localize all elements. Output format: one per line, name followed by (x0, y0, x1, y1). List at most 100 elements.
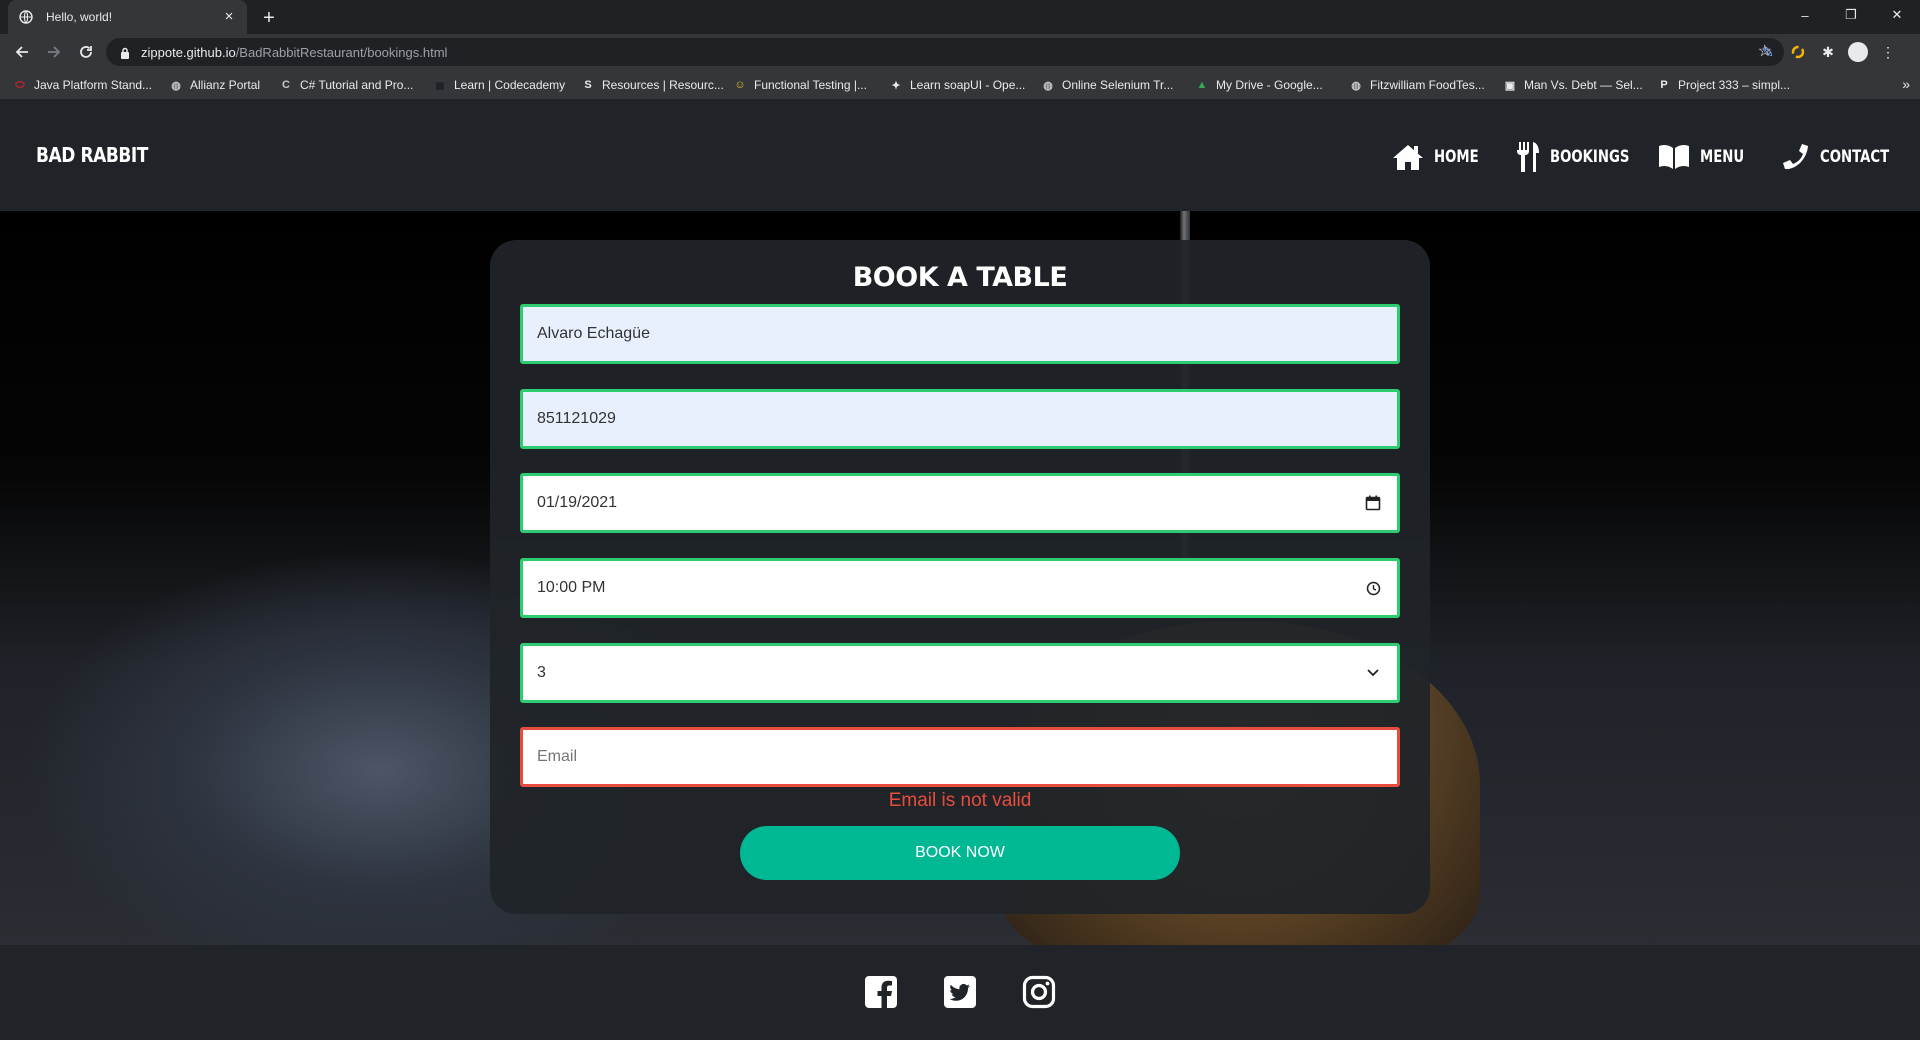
booking-form: BOOK A TABLE Alvaro Echagüe 851121029 01… (490, 240, 1430, 914)
bookmark-item[interactable]: ◼ Learn | Codecademy (432, 77, 565, 93)
form-title: BOOK A TABLE (852, 262, 1068, 293)
oracle-icon: ⬭ (15, 78, 25, 91)
window-controls: – ❐ ✕ (1782, 0, 1920, 30)
nav-bookings-label: BOOKINGS (1550, 147, 1630, 167)
puzzle-icon[interactable]: ✱ (1816, 40, 1840, 64)
guests-select[interactable]: 3 (520, 643, 1400, 703)
back-arrow-icon (15, 46, 28, 58)
bookmark-item[interactable]: ◍ Fitzwilliam FoodTes... (1348, 77, 1485, 93)
phone-field[interactable]: 851121029 (520, 389, 1400, 449)
bookmark-item[interactable]: ▣ Man Vs. Debt — Sel... (1502, 77, 1643, 93)
browser-toolbar: zippote.github.io/BadRabbitRestaurant/bo… (0, 34, 1920, 70)
email-field[interactable]: Email (520, 727, 1400, 787)
bookmark-item[interactable]: C C# Tutorial and Pro... (278, 77, 413, 93)
phone-value: 851121029 (537, 410, 616, 427)
chevron-down-icon (1363, 663, 1383, 683)
new-tab-button[interactable]: + (258, 7, 280, 29)
forward-arrow-icon (48, 46, 61, 58)
clock-icon[interactable] (1363, 578, 1383, 598)
email-error-message: Email is not valid (888, 790, 1032, 811)
home-icon (1393, 145, 1423, 170)
calendar-icon[interactable] (1363, 493, 1383, 513)
book-icon (1659, 144, 1689, 169)
browser-tab[interactable]: Hello, world! × (8, 0, 247, 34)
bookmarks-bar: P Project 333 – simpl... ▣ Man Vs. Debt — S… (0, 70, 1920, 100)
bookmark-label: Online Selenium Tr... (1062, 78, 1174, 92)
name-field[interactable]: Alvaro Echagüe (520, 304, 1400, 364)
site-logo[interactable]: BAD RABBIT (36, 143, 148, 167)
bookmark-item[interactable]: ▲ My Drive - Google... (1194, 77, 1323, 93)
reload-icon (80, 46, 92, 58)
close-tab-icon[interactable]: × (221, 9, 237, 25)
reload-button[interactable] (74, 40, 98, 64)
date-field[interactable]: 01/19/2021 (520, 473, 1400, 533)
avatar[interactable] (1846, 40, 1870, 64)
instagram-icon (1022, 975, 1056, 1009)
s-icon: S (584, 79, 592, 91)
close-window-button[interactable]: ✕ (1874, 0, 1920, 30)
guests-value: 3 (537, 664, 546, 681)
bookmark-label: My Drive - Google... (1216, 78, 1323, 92)
tab-title: Hello, world! (46, 10, 113, 24)
bookmark-item[interactable]: ◍ Online Selenium Tr... (1040, 77, 1173, 93)
bookmark-label: Man Vs. Debt — Sel... (1524, 78, 1643, 92)
nav-menu-label: MENU (1700, 147, 1745, 167)
bookmark-item[interactable]: ◍ Allianz Portal (168, 77, 260, 93)
facebook-link[interactable] (864, 975, 898, 1009)
forward-button[interactable] (42, 40, 66, 64)
nav-menu[interactable]: MENU (1658, 141, 1757, 173)
twitter-link[interactable] (943, 975, 977, 1009)
nav-home-label: HOME (1434, 147, 1479, 167)
bookmark-item[interactable]: ✦ Learn soapUI - Ope... (888, 77, 1025, 93)
globe-icon: ◍ (1351, 79, 1361, 92)
globe-icon: ◍ (1043, 79, 1053, 92)
bookmark-item[interactable]: S Resources | Resourc... (580, 77, 724, 93)
address-bar[interactable]: zippote.github.io/BadRabbitRestaurant/bo… (106, 38, 1784, 66)
bookmark-item[interactable]: ☺ Functional Testing |... (732, 77, 867, 93)
bookmark-label: Resources | Resourc... (602, 78, 724, 92)
nav-bookings[interactable]: BOOKINGS (1516, 141, 1652, 173)
nav-home[interactable]: HOME (1392, 141, 1491, 173)
bookmark-label: C# Tutorial and Pro... (300, 78, 414, 92)
nav-contact[interactable]: CONTACT (1782, 141, 1909, 173)
bookmark-page-icon: ▣ (1504, 79, 1516, 92)
bookmark-label: Learn | Codecademy (454, 78, 566, 92)
bookmark-item[interactable]: P Project 333 – simpl... (1656, 77, 1790, 93)
time-field[interactable]: 10:00 PM (520, 558, 1400, 618)
extensions-area: ✎ ✱ ⋮ (1756, 40, 1900, 64)
circle-extension-icon[interactable] (1786, 40, 1810, 64)
drive-icon: ▲ (1196, 79, 1208, 91)
p-icon: P (1660, 79, 1668, 91)
url-text: zippote.github.io/BadRabbitRestaurant/bo… (141, 45, 447, 60)
phone-icon (1783, 144, 1808, 170)
bookmark-label: Fitzwilliam FoodTes... (1370, 78, 1485, 92)
url-host: zippote.github.io (141, 45, 236, 60)
minimize-button[interactable]: – (1782, 0, 1828, 30)
name-value: Alvaro Echagüe (537, 325, 650, 342)
facebook-icon (865, 976, 897, 1008)
utensils-icon (1517, 142, 1539, 172)
back-button[interactable] (10, 40, 34, 64)
bookmark-label: Functional Testing |... (754, 78, 867, 92)
pen-extension-icon[interactable]: ✎ (1756, 40, 1780, 64)
restore-button[interactable]: ❐ (1828, 0, 1874, 30)
bookmark-label: Java Platform Stand... (34, 78, 153, 92)
email-placeholder: Email (537, 748, 578, 765)
codecademy-icon: ◼ (435, 79, 445, 92)
book-now-button[interactable]: BOOK NOW (740, 826, 1180, 880)
site-footer (0, 945, 1920, 1040)
bookmark-label: Allianz Portal (190, 78, 261, 92)
instagram-link[interactable] (1022, 975, 1056, 1009)
soapui-icon: ✦ (891, 79, 901, 92)
url-path: /BadRabbitRestaurant/bookings.html (235, 45, 448, 60)
twitter-icon (944, 976, 976, 1008)
smiley-icon: ☺ (734, 79, 746, 91)
time-value: 10:00 PM (537, 579, 606, 596)
globe-icon (18, 9, 34, 25)
kebab-menu-icon[interactable]: ⋮ (1876, 40, 1900, 64)
globe-icon: ◍ (171, 79, 181, 92)
csharp-icon: C (282, 79, 290, 91)
bookmarks-overflow-icon[interactable]: » (1902, 76, 1910, 92)
bookmark-item[interactable]: ⬭ Java Platform Stand... (12, 77, 152, 93)
bookmark-label: Learn soapUI - Ope... (910, 78, 1026, 92)
